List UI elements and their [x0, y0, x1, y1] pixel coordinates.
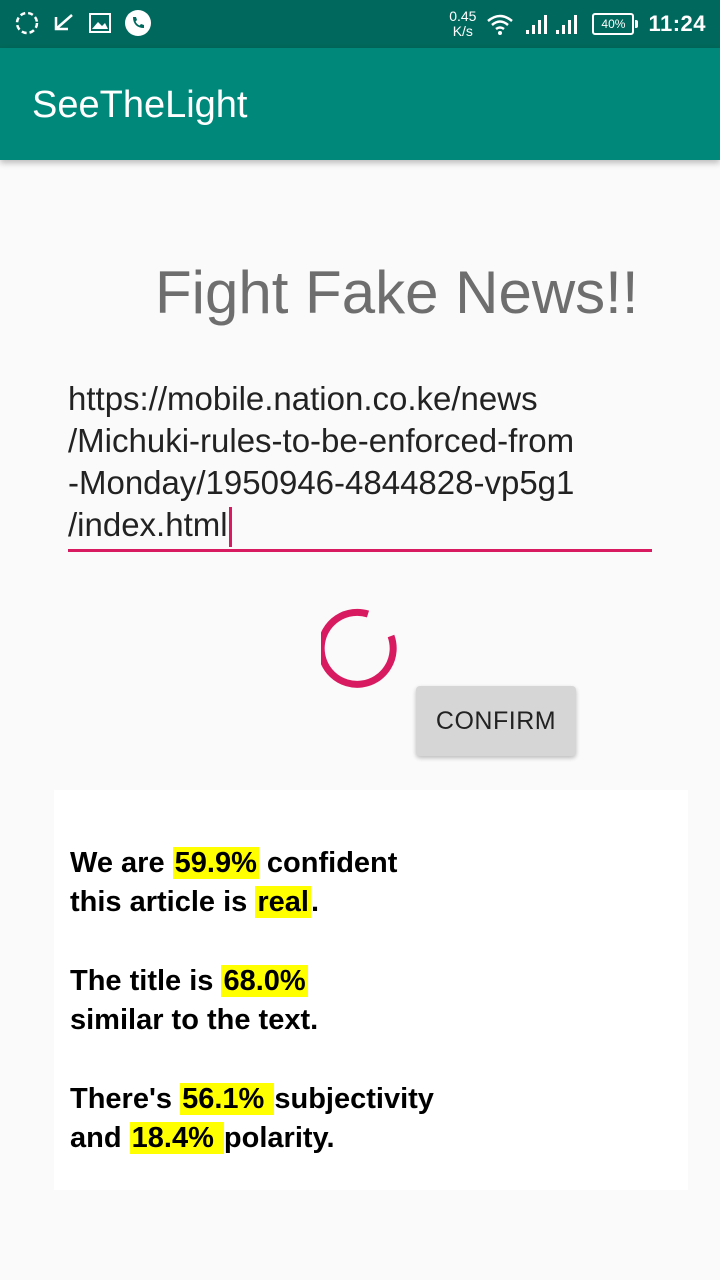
polarity-value: 18.4%	[129, 1122, 224, 1154]
speed-unit: K/s	[452, 23, 473, 39]
battery-level: 40%	[601, 17, 626, 31]
similarity-prefix: The title is	[70, 965, 222, 997]
url-line: -Monday/1950946-4844828-vp5g1	[68, 464, 575, 501]
battery-icon: 40%	[592, 13, 639, 35]
subjectivity-label: subjectivity	[274, 1083, 434, 1115]
wifi-icon	[487, 14, 514, 35]
loading-spinner	[321, 608, 397, 688]
confidence-value: 59.9%	[172, 847, 259, 879]
sentiment-line2: and	[70, 1122, 130, 1154]
subjectivity-value: 56.1%	[180, 1083, 275, 1115]
result-card: We are 59.9% confident this article is r…	[54, 790, 688, 1190]
similarity-line2: similar to the text.	[70, 1004, 319, 1036]
app-title: SeeTheLight	[32, 84, 248, 126]
signal-icon	[526, 15, 578, 34]
confirm-button[interactable]: CONFIRM	[416, 686, 576, 756]
speed-value: 0.45	[449, 8, 477, 24]
check-arrow-icon	[54, 14, 73, 31]
confidence-result: We are 59.9% confident this article is r…	[70, 844, 397, 922]
image-icon	[89, 13, 111, 33]
sentiment-prefix: There's	[70, 1083, 181, 1115]
confidence-line2: this article is	[70, 886, 256, 918]
app-bar: SeeTheLight	[0, 48, 720, 160]
polarity-label: polarity.	[223, 1122, 335, 1154]
url-line-text: /index.html	[68, 506, 228, 543]
phone-icon	[125, 10, 151, 36]
sentiment-result: There's 56.1% subjectivity and 18.4% pol…	[70, 1080, 434, 1158]
url-line: /Michuki-rules-to-be-enforced-from	[68, 422, 575, 459]
url-line: https://mobile.nation.co.ke/news	[68, 380, 538, 417]
url-input[interactable]: https://mobile.nation.co.ke/news /Michuk…	[68, 378, 652, 552]
text-cursor	[228, 507, 232, 548]
url-line-last: /index.html	[68, 504, 652, 548]
network-speed: 0.45 K/s	[449, 9, 476, 39]
status-bar: 0.45 K/s 40% 11:24	[0, 0, 720, 48]
confidence-prefix: We are	[70, 847, 173, 879]
verdict-value: real	[255, 886, 311, 918]
similarity-value: 68.0%	[221, 965, 308, 997]
clock: 11:24	[648, 11, 706, 36]
page-headline: Fight Fake News!!	[155, 259, 639, 326]
title-similarity-result: The title is 68.0% similar to the text.	[70, 962, 318, 1040]
sync-icon	[15, 11, 39, 35]
confidence-middle: confident	[258, 847, 398, 879]
confidence-suffix: .	[310, 886, 320, 918]
